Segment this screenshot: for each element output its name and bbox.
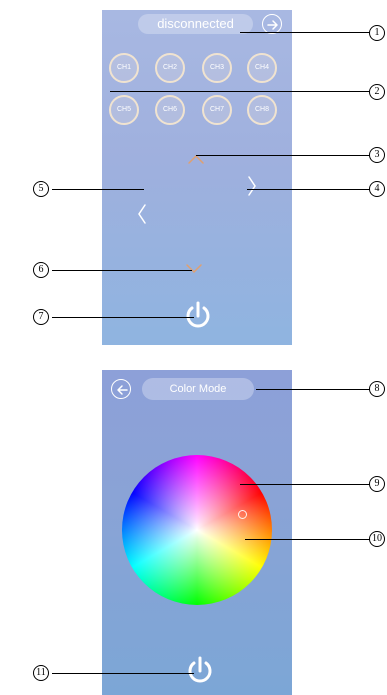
callout-11: 11 — [33, 665, 49, 681]
callout-3: 3 — [369, 147, 385, 163]
callout-4: 4 — [369, 181, 385, 197]
callout-5: 5 — [33, 181, 49, 197]
power-icon[interactable] — [186, 655, 214, 685]
callout-line-5 — [52, 189, 144, 190]
power-icon[interactable] — [184, 300, 212, 330]
color-mode-title[interactable]: Color Mode — [142, 378, 254, 400]
callout-1: 1 — [369, 25, 385, 41]
channel-button-ch4[interactable]: CH4 — [247, 53, 277, 83]
callout-6: 6 — [33, 262, 49, 278]
callout-7: 7 — [33, 309, 49, 325]
channel-button-ch3[interactable]: CH3 — [202, 53, 232, 83]
callout-line-4 — [247, 189, 370, 190]
color-mode-screen: Color Mode — [102, 370, 292, 695]
callout-8: 8 — [369, 381, 385, 397]
callout-line-3 — [196, 155, 370, 156]
color-wheel[interactable] — [122, 455, 272, 605]
arrow-left-icon[interactable] — [136, 202, 148, 226]
arrow-right-circle-icon[interactable] — [262, 14, 282, 34]
callout-line-9 — [240, 484, 370, 485]
callout-line-10 — [245, 539, 370, 540]
callout-line-6 — [52, 270, 192, 271]
channel-button-ch8[interactable]: CH8 — [247, 95, 277, 125]
channel-button-ch6[interactable]: CH6 — [155, 95, 185, 125]
callout-line-7 — [52, 317, 194, 318]
arrow-down-icon[interactable] — [184, 262, 204, 276]
channel-button-ch1[interactable]: CH1 — [109, 53, 139, 83]
main-control-screen: disconnected CH1 CH2 CH3 CH4 CH5 CH6 CH7… — [102, 10, 292, 345]
callout-line-1 — [240, 32, 370, 33]
callout-line-2 — [110, 91, 370, 92]
callout-10: 10 — [369, 531, 385, 547]
callout-line-11 — [52, 673, 194, 674]
callout-line-8 — [256, 389, 370, 390]
channel-button-ch5[interactable]: CH5 — [109, 95, 139, 125]
connection-status[interactable]: disconnected — [138, 14, 253, 34]
channel-button-ch2[interactable]: CH2 — [155, 53, 185, 83]
arrow-right-icon[interactable] — [246, 174, 258, 198]
callout-9: 9 — [369, 476, 385, 492]
channel-button-ch7[interactable]: CH7 — [202, 95, 232, 125]
back-arrow-icon[interactable] — [111, 379, 131, 399]
color-selector-dot[interactable] — [238, 510, 247, 519]
callout-2: 2 — [369, 84, 385, 100]
